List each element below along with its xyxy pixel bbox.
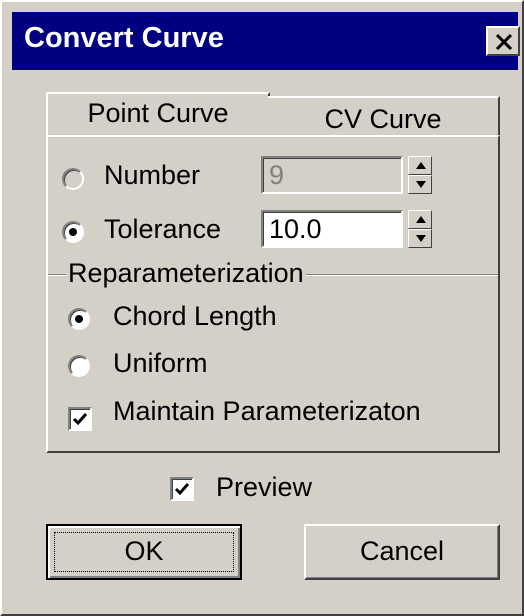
ok-button[interactable]: OK xyxy=(46,524,242,580)
radio-selected-dot xyxy=(69,228,77,236)
tab-cv-curve[interactable]: CV Curve xyxy=(268,96,500,138)
maintain-parameterization-checkbox[interactable] xyxy=(68,407,92,431)
number-label: Number xyxy=(104,160,201,190)
focus-rectangle xyxy=(54,532,234,572)
maintain-parameterization-label: Maintain Parameterizaton xyxy=(113,396,421,426)
uniform-label: Uniform xyxy=(113,348,208,378)
tolerance-label: Tolerance xyxy=(104,214,222,244)
number-spin-up[interactable] xyxy=(408,156,432,175)
arrow-down-icon xyxy=(416,235,426,242)
tolerance-spinner[interactable] xyxy=(408,210,432,248)
cancel-label: Cancel xyxy=(359,536,445,566)
close-button[interactable] xyxy=(486,26,520,56)
radio-selected-dot xyxy=(75,315,83,323)
number-input[interactable]: 9 xyxy=(261,156,403,194)
tab-point-curve[interactable]: Point Curve xyxy=(46,92,270,136)
checkmark-icon xyxy=(72,413,88,426)
number-spinner[interactable] xyxy=(408,156,432,194)
reparameterization-group-label: Reparameterization xyxy=(66,258,306,289)
arrow-down-icon xyxy=(416,181,426,188)
close-icon xyxy=(495,33,513,51)
chord-length-label: Chord Length xyxy=(113,301,277,331)
preview-checkbox[interactable] xyxy=(170,477,194,501)
number-spin-down[interactable] xyxy=(408,175,432,194)
arrow-up-icon xyxy=(416,216,426,223)
arrow-up-icon xyxy=(416,162,426,169)
checkmark-icon xyxy=(174,483,190,496)
uniform-radio[interactable] xyxy=(68,355,90,377)
preview-label: Preview xyxy=(216,472,313,502)
number-radio[interactable] xyxy=(62,168,84,190)
tolerance-radio[interactable] xyxy=(62,221,84,243)
title-bar[interactable]: Convert Curve xyxy=(12,12,520,70)
convert-curve-dialog: Convert Curve Point Curve CV Curve Numbe… xyxy=(0,0,524,616)
tolerance-spin-down[interactable] xyxy=(408,229,432,248)
cancel-button[interactable]: Cancel xyxy=(304,524,500,580)
tolerance-spin-up[interactable] xyxy=(408,210,432,229)
window-title: Convert Curve xyxy=(24,22,224,54)
chord-length-radio[interactable] xyxy=(68,308,90,330)
tolerance-input[interactable]: 10.0 xyxy=(261,210,403,248)
